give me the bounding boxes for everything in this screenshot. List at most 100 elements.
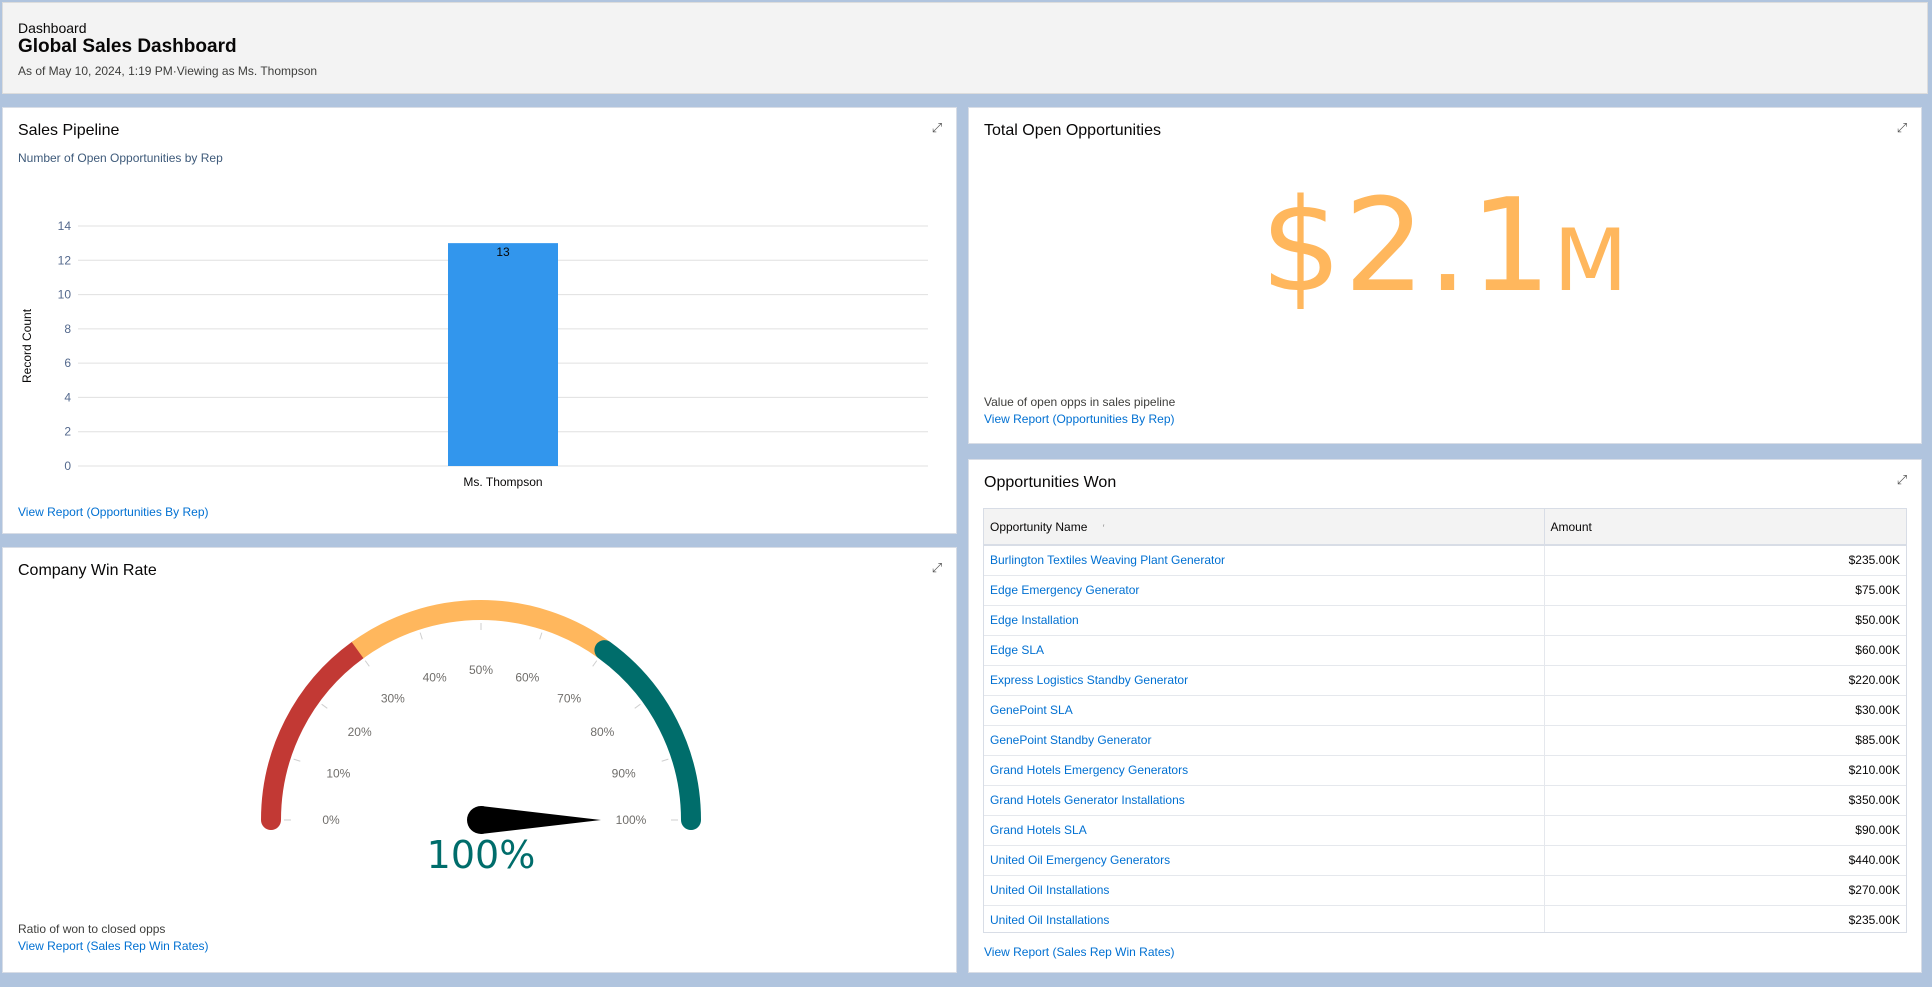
gauge-tick-label: 80% <box>590 725 614 739</box>
table-row[interactable]: Grand Hotels SLA $90.00K <box>984 815 1906 846</box>
panel-title: Opportunities Won <box>984 474 1117 491</box>
amount-cell: $30.00K <box>1543 695 1906 726</box>
table-row[interactable]: GenePoint Standby Generator $85.00K <box>984 725 1906 756</box>
total-open-opportunities-panel: Total Open Opportunities ⤢ $2.1M Value o… <box>968 107 1922 444</box>
table-row[interactable]: Edge Emergency Generator $75.00K <box>984 575 1906 606</box>
opportunities-won-panel: Opportunities Won ⤢ Opportunity Name ′ A… <box>968 459 1922 973</box>
amount-cell: $75.00K <box>1543 575 1906 606</box>
gauge-tick <box>293 758 301 762</box>
view-report-link[interactable]: View Report (Sales Rep Win Rates) <box>18 939 209 953</box>
metric-caption: Value of open opps in sales pipeline <box>984 395 1176 409</box>
y-tick-label: 0 <box>64 459 71 473</box>
gauge-tick-label: 60% <box>515 670 539 684</box>
gauge-tick-label: 90% <box>612 767 636 781</box>
y-tick-label: 4 <box>64 390 71 404</box>
page-title: Global Sales Dashboard <box>18 36 237 57</box>
bar-chart: 02468101214Record Count13Ms. ThompsonOpp… <box>20 219 928 489</box>
gauge-tick <box>592 660 598 667</box>
opportunity-name-cell[interactable]: United Oil Emergency Generators <box>984 845 1544 876</box>
gauge-tick-label: 30% <box>381 692 405 706</box>
sales-pipeline-panel: Sales Pipeline Number of Open Opportunit… <box>2 107 957 534</box>
expand-icon[interactable]: ⤢ <box>929 120 945 136</box>
gauge-tick-label: 100% <box>616 813 647 827</box>
opportunity-name-cell[interactable]: United Oil Installations <box>984 875 1544 906</box>
amount-cell: $90.00K <box>1543 815 1906 846</box>
table-row[interactable]: United Oil Installations $270.00K <box>984 875 1906 906</box>
panel-title: Total Open Opportunities <box>984 122 1161 139</box>
amount-cell: $60.00K <box>1543 635 1906 666</box>
gauge-tick-label: 40% <box>423 670 447 684</box>
sort-icon[interactable]: ′ <box>1103 523 1105 533</box>
metric-value: $2.1M <box>969 183 1921 311</box>
gauge-tick-label: 50% <box>469 663 493 677</box>
gauge-caption: Ratio of won to closed opps <box>18 922 166 936</box>
amount-cell: $350.00K <box>1543 785 1906 816</box>
opportunity-name-cell[interactable]: Edge SLA <box>984 635 1544 666</box>
gauge-tick <box>321 703 328 709</box>
gauge-needle <box>481 806 601 834</box>
metric-suffix: M <box>1553 211 1630 311</box>
view-report-link[interactable]: View Report (Sales Rep Win Rates) <box>984 945 1175 959</box>
gauge-band <box>594 640 701 830</box>
gauge-tick <box>364 660 370 667</box>
y-tick-label: 10 <box>58 288 72 302</box>
y-tick-label: 12 <box>58 253 72 267</box>
opportunity-name-cell[interactable]: Burlington Textiles Weaving Plant Genera… <box>984 545 1544 576</box>
table-row[interactable]: Grand Hotels Emergency Generators $210.00… <box>984 755 1906 786</box>
table-row[interactable]: Burlington Textiles Weaving Plant Genera… <box>984 545 1906 576</box>
opportunity-name-cell[interactable]: Express Logistics Standby Generator <box>984 665 1544 696</box>
bar[interactable] <box>448 243 558 466</box>
opportunity-name-cell[interactable]: Grand Hotels Generator Installations <box>984 785 1544 816</box>
opportunity-name-cell[interactable]: Grand Hotels SLA <box>984 815 1544 846</box>
gauge-tick-label: 10% <box>326 767 350 781</box>
opportunity-name-cell[interactable]: GenePoint Standby Generator <box>984 725 1544 756</box>
opportunity-name-cell[interactable]: Edge Emergency Generator <box>984 575 1544 606</box>
gauge-tick-label: 20% <box>348 725 372 739</box>
breadcrumb[interactable]: Dashboard <box>18 20 87 36</box>
gauge-needle-hub <box>467 806 495 834</box>
column-header-amount[interactable]: Amount <box>1543 509 1906 546</box>
opportunity-name-cell[interactable]: Edge Installation <box>984 605 1544 636</box>
table-row[interactable]: Express Logistics Standby Generator $220.… <box>984 665 1906 696</box>
gauge-tick <box>634 703 641 709</box>
gauge-tick-label: 70% <box>557 692 581 706</box>
x-tick-label: Ms. Thompson <box>463 475 542 489</box>
opportunity-name-cell[interactable]: Grand Hotels Emergency Generators <box>984 755 1544 786</box>
dashboard-header: Dashboard Global Sales Dashboard As of M… <box>2 2 1928 94</box>
opportunity-name-cell[interactable]: United Oil Installations <box>984 905 1544 932</box>
amount-cell: $440.00K <box>1543 845 1906 876</box>
table-row[interactable]: Edge Installation $50.00K <box>984 605 1906 636</box>
amount-cell: $220.00K <box>1543 665 1906 696</box>
view-report-link[interactable]: View Report (Opportunities By Rep) <box>984 412 1175 426</box>
y-axis-label: Record Count <box>20 308 34 383</box>
amount-cell: $85.00K <box>1543 725 1906 756</box>
table-row[interactable]: Edge SLA $60.00K <box>984 635 1906 666</box>
gauge-tick <box>419 632 423 640</box>
table-row[interactable]: United Oil Emergency Generators $440.00K <box>984 845 1906 876</box>
page-subtitle: As of May 10, 2024, 1:19 PM·Viewing as M… <box>18 64 318 78</box>
gauge-band <box>351 600 611 659</box>
y-tick-label: 8 <box>64 322 71 336</box>
table-header-row: Opportunity Name ′ Amount <box>984 509 1906 546</box>
expand-icon[interactable]: ⤢ <box>1894 120 1910 136</box>
opportunities-table-container[interactable]: Opportunity Name ′ Amount Burlington Tex… <box>983 508 1907 933</box>
y-tick-label: 14 <box>58 219 72 233</box>
metric-number: $2.1 <box>1260 172 1554 321</box>
amount-cell: $270.00K <box>1543 875 1906 906</box>
table-row[interactable]: GenePoint SLA $30.00K <box>984 695 1906 726</box>
opportunities-table: Opportunity Name ′ Amount Burlington Tex… <box>984 509 1906 932</box>
gauge-tick-label: 0% <box>322 813 340 827</box>
amount-cell: $50.00K <box>1543 605 1906 636</box>
opportunity-name-cell[interactable]: GenePoint SLA <box>984 695 1544 726</box>
column-header-opportunity-name[interactable]: Opportunity Name ′ <box>984 509 1544 546</box>
gauge-value: 100% <box>426 833 536 877</box>
table-row[interactable]: Grand Hotels Generator Installations $350… <box>984 785 1906 816</box>
panel-title: Sales Pipeline <box>18 122 120 139</box>
expand-icon[interactable]: ⤢ <box>1894 472 1910 488</box>
table-row[interactable]: United Oil Installations $235.00K <box>984 905 1906 932</box>
view-report-link[interactable]: View Report (Opportunities By Rep) <box>18 505 209 519</box>
company-win-rate-panel: Company Win Rate ⤢ 0% 10% 20% 30% 40% 50% 60% 7… <box>2 547 957 973</box>
table-body: Burlington Textiles Weaving Plant Genera… <box>984 545 1906 932</box>
amount-cell: $210.00K <box>1543 755 1906 786</box>
gauge-band <box>261 640 368 830</box>
